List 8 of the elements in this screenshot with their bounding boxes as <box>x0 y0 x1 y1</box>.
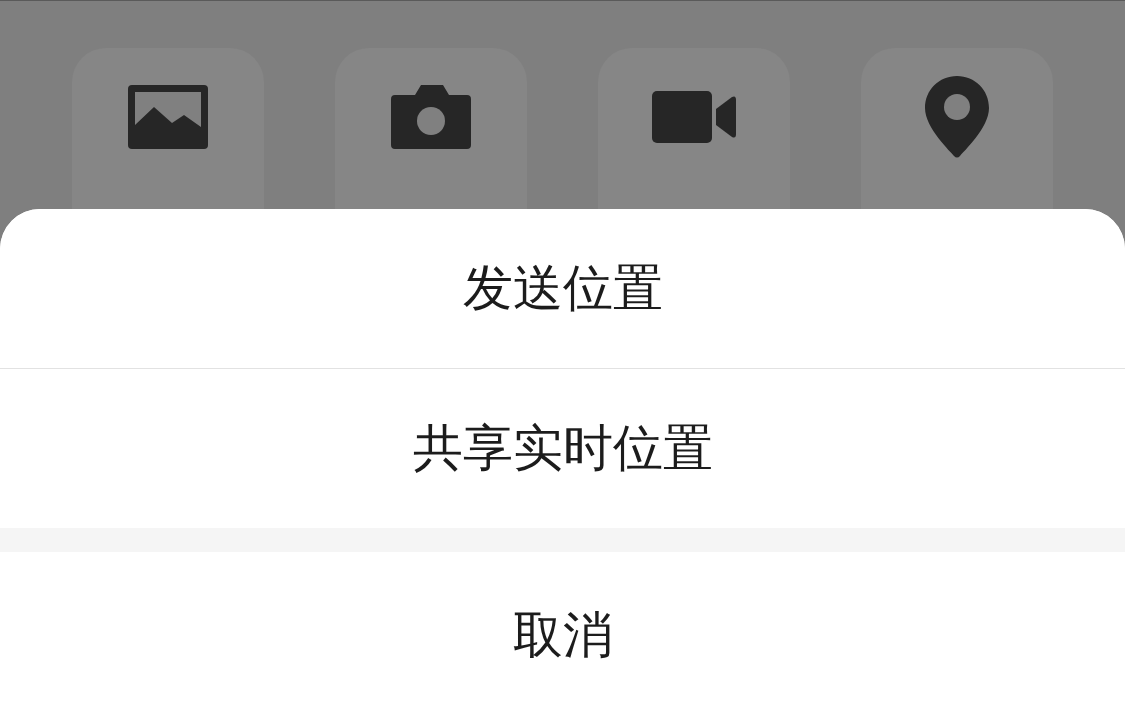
location-pin-icon <box>925 76 989 158</box>
camera-icon <box>391 85 471 149</box>
location-tile[interactable] <box>861 48 1053 209</box>
camera-tile[interactable] <box>335 48 527 209</box>
video-camera-icon <box>652 91 736 143</box>
video-tile[interactable] <box>598 48 790 209</box>
photo-tile[interactable] <box>72 48 264 209</box>
image-icon <box>128 85 208 149</box>
